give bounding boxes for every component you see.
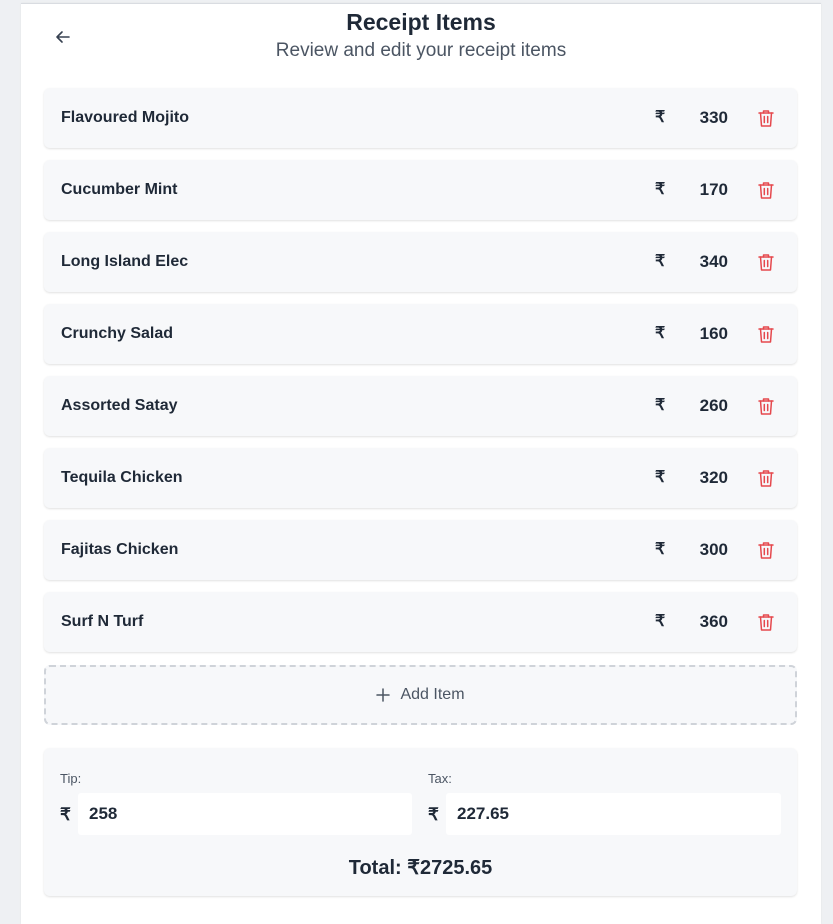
delete-item-button[interactable] (756, 252, 776, 272)
item-name[interactable]: Tequila Chicken (61, 448, 183, 508)
tax-input[interactable] (446, 793, 781, 835)
delete-item-button[interactable] (756, 396, 776, 416)
add-item-button[interactable]: Add Item (44, 665, 797, 725)
item-price[interactable]: 320 (684, 448, 728, 508)
item-name[interactable]: Cucumber Mint (61, 160, 177, 220)
item-name[interactable]: Crunchy Salad (61, 304, 173, 364)
delete-item-button[interactable] (756, 612, 776, 632)
receipt-item-row: Fajitas Chicken ₹ 300 (44, 520, 797, 580)
delete-item-button[interactable] (756, 108, 776, 128)
trash-icon (758, 614, 774, 631)
receipt-card: Receipt Items Review and edit your recei… (21, 3, 821, 924)
currency-symbol: ₹ (655, 469, 666, 486)
currency-symbol: ₹ (655, 109, 666, 126)
item-price[interactable]: 260 (684, 376, 728, 436)
delete-item-button[interactable] (756, 180, 776, 200)
currency-symbol: ₹ (655, 181, 666, 198)
summary-panel: Tip: ₹ Tax: ₹ Total: ₹2725.65 (44, 748, 797, 896)
page-subtitle: Review and edit your receipt items (275, 40, 567, 61)
tip-input[interactable] (78, 793, 412, 835)
trash-icon (758, 542, 774, 559)
receipt-item-row: Surf N Turf ₹ 360 (44, 592, 797, 652)
tax-label: Tax: (428, 771, 452, 786)
tax-currency-symbol: ₹ (428, 805, 439, 824)
delete-item-button[interactable] (756, 468, 776, 488)
total-amount: Total: ₹2725.65 (348, 857, 493, 879)
trash-icon (758, 470, 774, 487)
trash-icon (758, 326, 774, 343)
add-item-label: Add Item (400, 686, 465, 703)
currency-symbol: ₹ (655, 613, 666, 630)
item-name[interactable]: Assorted Satay (61, 376, 178, 436)
item-price[interactable]: 340 (684, 232, 728, 292)
currency-symbol: ₹ (655, 325, 666, 342)
trash-icon (758, 254, 774, 271)
trash-icon (758, 398, 774, 415)
item-price[interactable]: 330 (684, 88, 728, 148)
receipt-item-row: Tequila Chicken ₹ 320 (44, 448, 797, 508)
item-name[interactable]: Flavoured Mojito (61, 88, 189, 148)
page-title: Receipt Items (346, 9, 496, 35)
item-name[interactable]: Surf N Turf (61, 592, 143, 652)
receipt-item-row: Flavoured Mojito ₹ 330 (44, 88, 797, 148)
trash-icon (758, 110, 774, 127)
item-name[interactable]: Fajitas Chicken (61, 520, 178, 580)
item-price[interactable]: 170 (684, 160, 728, 220)
receipt-item-row: Long Island Elec ₹ 340 (44, 232, 797, 292)
receipt-item-row: Crunchy Salad ₹ 160 (44, 304, 797, 364)
receipt-item-row: Cucumber Mint ₹ 170 (44, 160, 797, 220)
item-price[interactable]: 300 (684, 520, 728, 580)
currency-symbol: ₹ (655, 397, 666, 414)
receipt-item-row: Assorted Satay ₹ 260 (44, 376, 797, 436)
delete-item-button[interactable] (756, 540, 776, 560)
currency-symbol: ₹ (655, 253, 666, 270)
currency-symbol: ₹ (655, 541, 666, 558)
trash-icon (758, 182, 774, 199)
plus-icon (376, 688, 391, 702)
item-name[interactable]: Long Island Elec (61, 232, 188, 292)
tip-currency-symbol: ₹ (60, 805, 71, 824)
item-price[interactable]: 360 (684, 592, 728, 652)
delete-item-button[interactable] (756, 324, 776, 344)
tip-label: Tip: (60, 771, 82, 786)
item-price[interactable]: 160 (684, 304, 728, 364)
